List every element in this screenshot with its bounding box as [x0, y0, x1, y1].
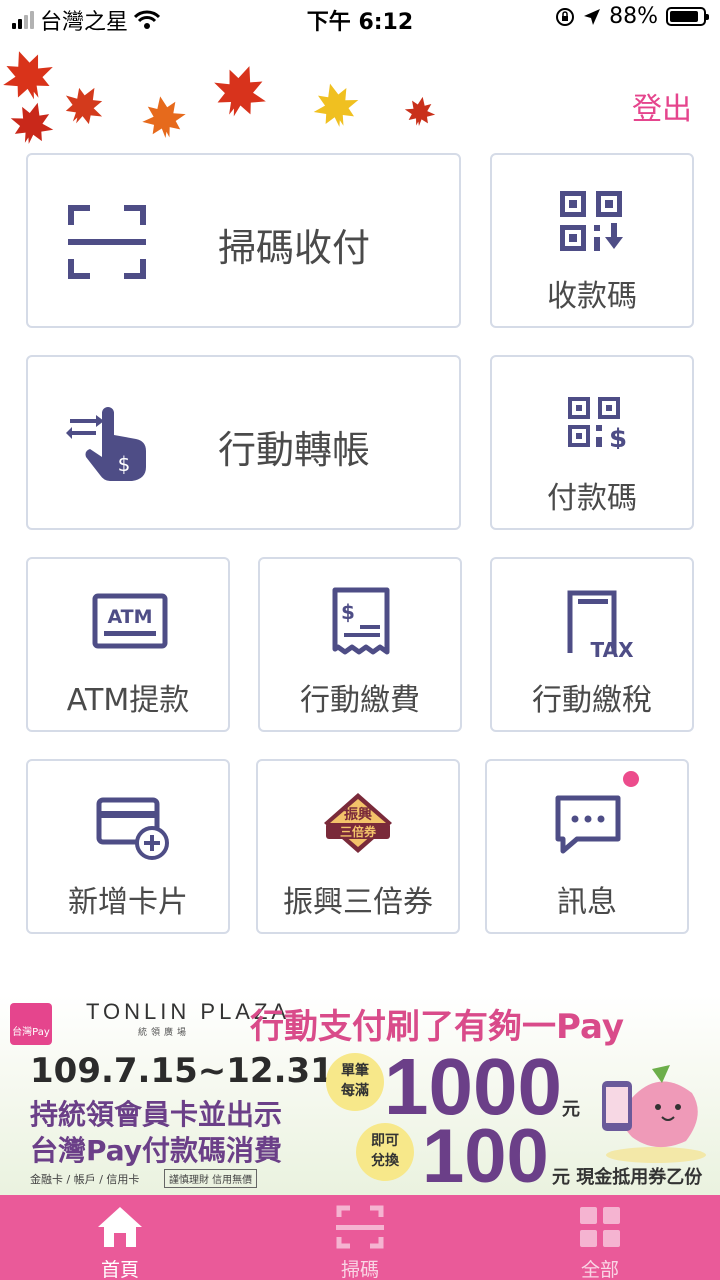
- banner-badge-1: 單筆每滿: [326, 1053, 384, 1111]
- banner-amount-2: 100: [422, 1114, 549, 1195]
- logout-button[interactable]: 登出: [632, 84, 692, 128]
- bill-receipt-icon: $: [332, 587, 390, 655]
- tab-home-label: 首頁: [100, 1259, 139, 1280]
- battery-icon: [666, 7, 709, 26]
- tab-scan[interactable]: 掃碼: [280, 1195, 440, 1280]
- pay-code-tile[interactable]: $ 付款碼: [490, 355, 694, 530]
- banner-unit-1: 元: [562, 1099, 580, 1120]
- receive-code-label: 收款碼: [547, 279, 637, 314]
- svg-text:$: $: [341, 600, 355, 624]
- tab-home[interactable]: 首頁: [40, 1195, 200, 1280]
- pay-code-label: 付款碼: [547, 481, 637, 516]
- bottom-tab-bar: 首頁 掃碼 全部: [0, 1195, 720, 1280]
- qr-receive-icon: [560, 191, 623, 251]
- rotation-lock-icon: [556, 7, 575, 26]
- mascot-illustration: [602, 1065, 706, 1163]
- unread-indicator: [623, 771, 639, 787]
- atm-icon: ATM: [92, 593, 168, 649]
- mobile-bill-tile[interactable]: $ 行動繳費: [258, 557, 462, 732]
- status-bar: 台灣之星 下午 6:12 88%: [0, 0, 720, 36]
- add-card-tile[interactable]: 新增卡片: [26, 759, 230, 934]
- triple-voucher-tile[interactable]: 振興 三倍券 振興三倍券: [256, 759, 460, 934]
- banner-brand-sub: 統領廣場: [138, 1028, 191, 1038]
- tax-icon: TAX: [567, 590, 635, 659]
- promo-banner[interactable]: 台灣Pay TONLIN PLAZA 統領廣場 行動支付刷了有夠一Pay 109…: [0, 995, 720, 1195]
- triple-voucher-icon: 振興 三倍券: [324, 793, 392, 853]
- tab-all[interactable]: 全部: [520, 1195, 680, 1280]
- atm-withdraw-label: ATM提款: [66, 683, 190, 718]
- atm-icon-text: ATM: [107, 606, 152, 628]
- battery-percent: 88%: [609, 4, 658, 29]
- banner-methods: 金融卡 / 帳戶 / 信用卡: [30, 1173, 140, 1186]
- triple-voucher-label: 振興三倍券: [283, 885, 433, 920]
- scan-frame-icon: [68, 205, 146, 279]
- location-icon: [584, 8, 601, 25]
- svg-text:$: $: [609, 424, 627, 449]
- receive-code-tile[interactable]: 收款碼: [490, 153, 694, 328]
- tab-scan-label: 掃碼: [340, 1259, 379, 1280]
- atm-withdraw-tile[interactable]: ATM ATM提款: [26, 557, 230, 732]
- mobile-tax-label: 行動繳稅: [532, 683, 652, 718]
- status-right: 88%: [555, 4, 709, 29]
- transfer-hand-icon: $: [66, 407, 146, 481]
- mobile-transfer-label: 行動轉帳: [218, 428, 371, 472]
- mobile-bill-label: 行動繳費: [300, 683, 420, 718]
- maple-leaves-decoration: [0, 42, 438, 150]
- banner-disclaimer: 謹慎理財 信用無價: [164, 1169, 258, 1188]
- grid-icon: [580, 1207, 620, 1247]
- messages-label: 訊息: [557, 885, 617, 920]
- scan-pay-tile[interactable]: 掃碼收付: [26, 153, 461, 328]
- banner-line3: 台灣Pay付款碼消費: [30, 1134, 283, 1167]
- qr-pay-icon: $: [568, 397, 627, 449]
- banner-date-range: 109.7.15~12.31: [30, 1051, 334, 1091]
- taiwan-pay-logo: 台灣Pay: [10, 1003, 52, 1045]
- chat-bubble-icon: [555, 795, 621, 854]
- tax-icon-text: TAX: [591, 638, 635, 659]
- scan-pay-label: 掃碼收付: [218, 226, 371, 270]
- mobile-transfer-tile[interactable]: $ 行動轉帳: [26, 355, 461, 530]
- banner-badge-2: 即可兌換: [356, 1123, 414, 1181]
- app-screen: 台灣之星 下午 6:12 88% 登出 掃碼收付 收款碼 $ 行動轉帳 $ 付款…: [0, 0, 720, 1280]
- messages-tile[interactable]: 訊息: [485, 759, 689, 934]
- voucher-icon-top-text: 振興: [344, 806, 372, 823]
- voucher-icon-bottom-text: 三倍券: [340, 824, 377, 839]
- banner-line2: 持統領會員卡並出示: [30, 1098, 283, 1131]
- mobile-tax-tile[interactable]: TAX 行動繳稅: [490, 557, 694, 732]
- add-card-label: 新增卡片: [68, 885, 188, 920]
- banner-tail: 元 現金抵用券乙份: [552, 1167, 703, 1188]
- tab-all-label: 全部: [580, 1259, 619, 1280]
- add-card-icon: [96, 797, 169, 860]
- home-icon: [98, 1207, 142, 1247]
- scan-icon: [336, 1205, 384, 1249]
- svg-text:$: $: [118, 452, 131, 476]
